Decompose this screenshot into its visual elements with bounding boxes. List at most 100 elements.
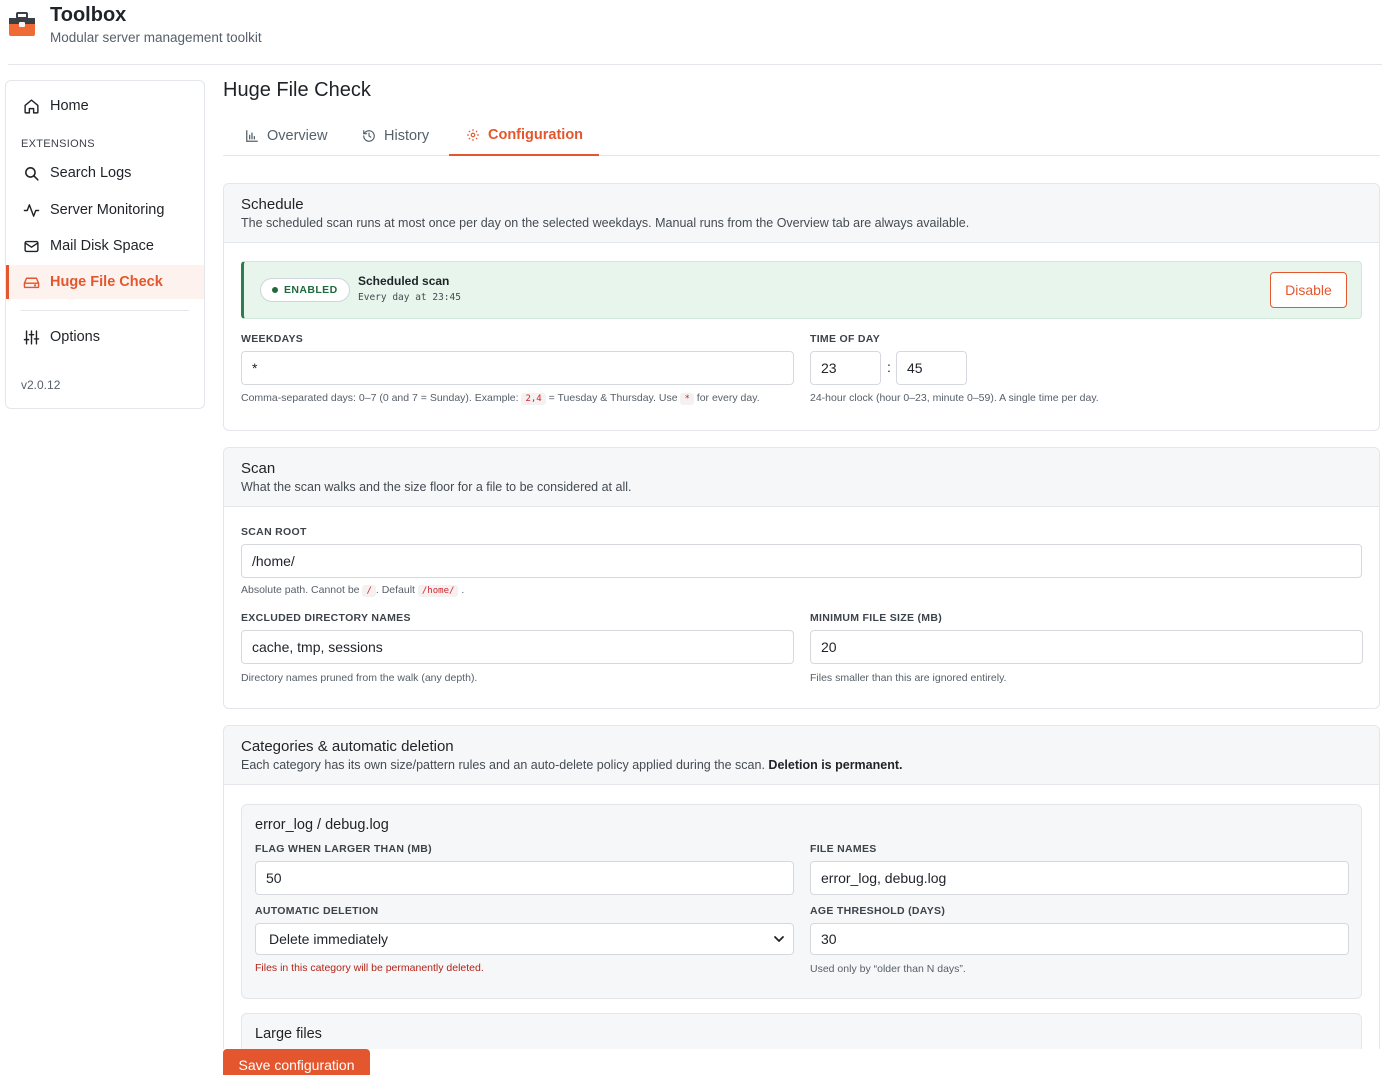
sidebar: Home EXTENSIONS Search Logs Server Monit… — [5, 80, 205, 409]
schedule-status-detail: Every day at 23:45 — [358, 292, 461, 303]
hard-drive-icon — [22, 273, 40, 291]
scan-root-help: Absolute path. Cannot be /. Default /hom… — [241, 584, 465, 597]
hour-input[interactable] — [810, 351, 881, 385]
schedule-title: Schedule — [241, 196, 304, 213]
excluded-dirs-input[interactable] — [241, 630, 794, 664]
status-badge-label: ENABLED — [284, 284, 338, 296]
excluded-dirs-label: EXCLUDED DIRECTORY NAMES — [241, 612, 411, 624]
scan-root-input[interactable] — [241, 544, 1362, 578]
sidebar-item-search-logs[interactable]: Search Logs — [6, 156, 204, 190]
help-code: 2,4 — [521, 393, 546, 405]
tab-label: History — [384, 128, 430, 144]
category-name: Large files — [255, 1026, 322, 1042]
help-text: Comma-separated days: 0–7 (0 and 7 = Sun… — [241, 392, 519, 404]
select-value: Delete immediately — [269, 931, 389, 947]
help-text: = Tuesday & Thursday. Use — [548, 392, 678, 404]
schedule-card: Schedule The scheduled scan runs at most… — [223, 183, 1380, 431]
help-code: / — [362, 585, 376, 597]
sidebar-item-mail-disk-space[interactable]: Mail Disk Space — [6, 229, 204, 263]
bar-chart-icon — [244, 128, 260, 144]
weekdays-input[interactable] — [241, 351, 794, 385]
save-configuration-button[interactable]: Save configuration — [223, 1049, 370, 1075]
sidebar-item-label: Mail Disk Space — [50, 238, 154, 254]
tab-configuration[interactable]: Configuration — [449, 116, 600, 156]
sidebar-item-options[interactable]: Options — [6, 320, 204, 354]
scan-title: Scan — [241, 460, 276, 477]
history-icon — [361, 128, 377, 144]
categories-warning: Deletion is permanent. — [768, 758, 903, 772]
app-header: Toolbox Modular server management toolki… — [0, 0, 1400, 65]
schedule-description: The scheduled scan runs at most once per… — [241, 216, 970, 230]
age-threshold-help: Used only by “older than N days”. — [810, 963, 966, 975]
min-file-size-label: MINIMUM FILE SIZE (MB) — [810, 612, 942, 624]
time-help: 24-hour clock (hour 0–23, minute 0–59). … — [810, 392, 1099, 404]
min-file-size-help: Files smaller than this are ignored enti… — [810, 672, 1007, 684]
page-title: Huge File Check — [223, 79, 371, 101]
home-icon — [22, 97, 40, 115]
auto-deletion-warning: Files in this category will be permanent… — [255, 962, 484, 974]
age-threshold-input[interactable] — [810, 923, 1349, 955]
help-text: . — [461, 584, 465, 596]
category-error-log: error_log / debug.log FLAG WHEN LARGER T… — [241, 804, 1362, 999]
categories-card-header: Categories & automatic deletion Each cat… — [224, 726, 1379, 785]
scan-root-label: SCAN ROOT — [241, 526, 307, 538]
tab-history[interactable]: History — [361, 116, 429, 156]
app-title: Toolbox — [50, 4, 127, 26]
status-dot-icon — [272, 287, 278, 293]
time-separator: : — [887, 359, 891, 375]
sidebar-item-server-monitoring[interactable]: Server Monitoring — [6, 193, 204, 227]
sidebar-item-label: Search Logs — [50, 165, 132, 181]
search-icon — [22, 164, 40, 182]
disable-button[interactable]: Disable — [1270, 272, 1347, 308]
header-divider — [8, 64, 1382, 65]
status-badge: ENABLED — [260, 278, 350, 302]
categories-card: Categories & automatic deletion Each cat… — [223, 725, 1380, 1075]
scan-card-header: Scan What the scan walks and the size fl… — [224, 448, 1379, 507]
gear-icon — [465, 127, 481, 143]
sidebar-item-label: Huge File Check — [50, 274, 163, 290]
age-threshold-label: AGE THRESHOLD (DAYS) — [810, 905, 946, 917]
help-code: * — [680, 393, 694, 405]
sidebar-item-huge-file-check[interactable]: Huge File Check — [6, 265, 204, 299]
sliders-icon — [22, 328, 40, 346]
category-name: error_log / debug.log — [255, 817, 389, 833]
minute-input[interactable] — [896, 351, 967, 385]
sidebar-item-home[interactable]: Home — [6, 89, 204, 123]
app-version: v2.0.12 — [21, 378, 61, 392]
weekdays-label: WEEKDAYS — [241, 333, 304, 345]
schedule-status-bar: ENABLED Scheduled scan Every day at 23:4… — [241, 261, 1362, 319]
weekdays-help: Comma-separated days: 0–7 (0 and 7 = Sun… — [241, 392, 760, 405]
scan-card: Scan What the scan walks and the size fl… — [223, 447, 1380, 709]
sidebar-item-label: Options — [50, 329, 100, 345]
file-names-input[interactable] — [810, 861, 1349, 895]
sidebar-item-label: Server Monitoring — [50, 202, 165, 218]
sticky-footer — [223, 1049, 1400, 1075]
sidebar-section-label: EXTENSIONS — [21, 138, 95, 150]
toolbox-icon — [9, 12, 35, 36]
help-text: for every day. — [696, 392, 760, 404]
excluded-dirs-help: Directory names pruned from the walk (an… — [241, 672, 478, 684]
auto-deletion-label: AUTOMATIC DELETION — [255, 905, 379, 917]
flag-size-label: FLAG WHEN LARGER THAN (MB) — [255, 843, 432, 855]
categories-description-text: Each category has its own size/pattern r… — [241, 758, 765, 772]
auto-deletion-select[interactable]: Delete immediately — [255, 923, 794, 955]
categories-title: Categories & automatic deletion — [241, 738, 454, 755]
sidebar-item-label: Home — [50, 98, 89, 114]
schedule-status-title: Scheduled scan — [358, 274, 450, 288]
time-of-day-label: TIME OF DAY — [810, 333, 881, 345]
flag-size-input[interactable] — [255, 861, 794, 895]
min-file-size-input[interactable] — [810, 630, 1363, 664]
sidebar-divider — [21, 310, 189, 311]
help-text: . Default — [375, 584, 415, 596]
scan-description: What the scan walks and the size floor f… — [241, 480, 632, 494]
help-text: Absolute path. Cannot be — [241, 584, 360, 596]
mail-icon — [22, 237, 40, 255]
help-code: /home/ — [417, 585, 459, 597]
schedule-card-header: Schedule The scheduled scan runs at most… — [224, 184, 1379, 243]
app-subtitle: Modular server management toolkit — [50, 30, 262, 45]
tab-bar: Overview History Configuration — [223, 116, 1380, 156]
tab-overview[interactable]: Overview — [244, 116, 327, 156]
categories-description: Each category has its own size/pattern r… — [241, 758, 1362, 772]
activity-icon — [22, 201, 40, 219]
chevron-down-icon — [774, 936, 784, 942]
